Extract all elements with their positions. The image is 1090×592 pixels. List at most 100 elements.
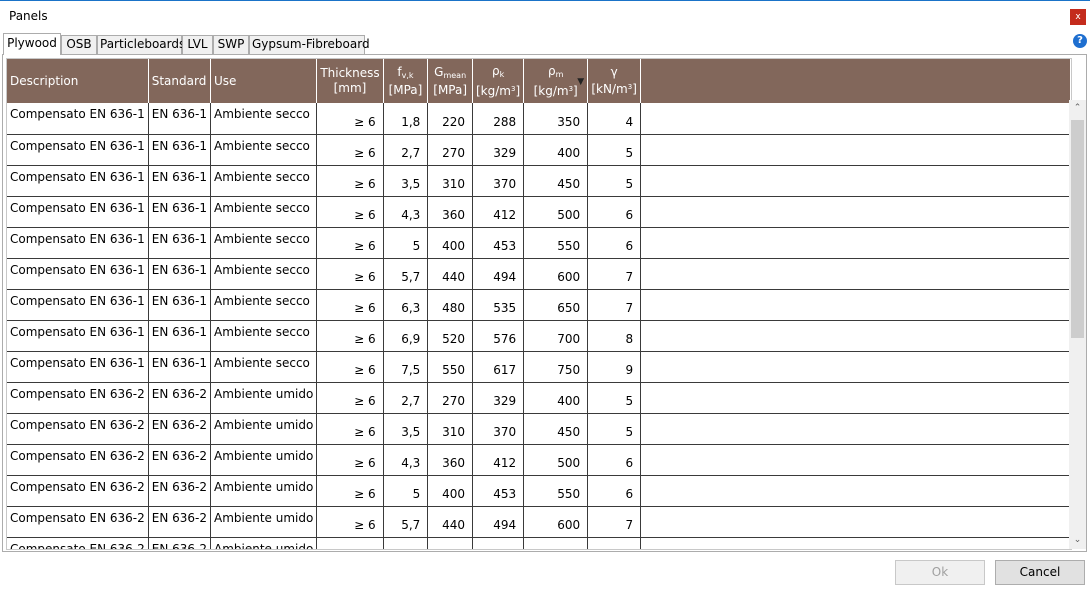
column-header-fvk[interactable]: fv,k [MPa] <box>383 59 429 103</box>
cell-rhok[interactable]: 617 <box>472 351 525 383</box>
tab-lvl[interactable]: LVL <box>182 35 213 54</box>
cell-use[interactable]: Ambiente umido <box>210 475 318 507</box>
cell-rhok[interactable]: 412 <box>472 444 525 476</box>
cell-rhom[interactable]: 400 <box>523 382 589 414</box>
table-row[interactable]: Compensato EN 636-2 EN 636-2 Ambiente umid… <box>7 475 1071 507</box>
cell-gamma[interactable]: 4 <box>587 103 642 135</box>
cell-use[interactable]: Ambiente secco <box>210 258 318 290</box>
help-icon[interactable]: ? <box>1073 34 1087 48</box>
cell-fvk[interactable]: 3,5 <box>383 413 429 445</box>
cell-description[interactable]: Compensato EN 636-2 <box>7 413 149 445</box>
cell-rhom[interactable]: 400 <box>523 134 589 166</box>
tab-particleboards[interactable]: Particleboards <box>97 35 185 54</box>
cell-gamma[interactable]: 6 <box>587 227 642 259</box>
column-header-use[interactable]: Use <box>210 59 318 103</box>
cell-thickness[interactable]: ≥ 6 <box>316 134 384 166</box>
cell-description[interactable]: Compensato EN 636-1 <box>7 351 149 383</box>
cell-thickness[interactable]: ≥ 6 <box>316 382 384 414</box>
cell-fvk[interactable]: 7,5 <box>383 351 429 383</box>
cell-rhom[interactable]: 500 <box>523 444 589 476</box>
cell-gmean[interactable]: 310 <box>427 165 473 197</box>
cell-rhom[interactable]: 750 <box>523 351 589 383</box>
cell-gamma[interactable]: 6 <box>587 196 642 228</box>
cell-gmean[interactable]: 270 <box>427 134 473 166</box>
cell-fvk[interactable]: 4,3 <box>383 196 429 228</box>
close-button[interactable]: x <box>1070 9 1086 25</box>
cell-gmean[interactable]: 480 <box>427 289 473 321</box>
cell-standard[interactable]: EN 636-1 <box>148 165 211 197</box>
cell-use[interactable]: Ambiente umido <box>210 382 318 414</box>
table-row[interactable]: Compensato EN 636-1 EN 636-1 Ambiente secc… <box>7 134 1071 166</box>
cell-rhok[interactable]: 576 <box>472 320 525 352</box>
cell-description[interactable]: Compensato EN 636-1 <box>7 165 149 197</box>
cell-use[interactable]: Ambiente umido <box>210 413 318 445</box>
cell-fvk[interactable]: 5 <box>383 227 429 259</box>
cell-use[interactable]: Ambiente umido <box>210 537 318 549</box>
table-row[interactable]: Compensato EN 636-2 EN 636-2 Ambiente umid… <box>7 444 1071 476</box>
cell-use[interactable]: Ambiente secco <box>210 134 318 166</box>
cell-rhok[interactable]: 535 <box>472 289 525 321</box>
cell-description[interactable]: Compensato EN 636-2 <box>7 444 149 476</box>
cell-standard[interactable]: EN 636-2 <box>148 475 211 507</box>
cell-thickness[interactable]: ≥ 6 <box>316 320 384 352</box>
cell-gamma[interactable]: 8 <box>587 320 642 352</box>
cell-rhom[interactable]: 500 <box>523 196 589 228</box>
cell-rhok[interactable]: 329 <box>472 382 525 414</box>
cell-gmean[interactable]: 400 <box>427 475 473 507</box>
cell-fvk[interactable]: 4,3 <box>383 444 429 476</box>
cell-standard[interactable]: EN 636-1 <box>148 320 211 352</box>
cell-standard[interactable]: EN 636-2 <box>148 382 211 414</box>
cell-rhom[interactable]: 650 <box>523 289 589 321</box>
cell-gamma[interactable]: 7 <box>587 289 642 321</box>
vertical-scrollbar[interactable]: ⌃ ⌄ <box>1069 100 1086 549</box>
cell-standard[interactable]: EN 636-1 <box>148 134 211 166</box>
cell-gmean[interactable]: 550 <box>427 351 473 383</box>
cell-rhok[interactable]: 494 <box>472 258 525 290</box>
cell-thickness[interactable]: ≥ 6 <box>316 103 384 135</box>
cell-thickness[interactable]: ≥ 6 <box>316 289 384 321</box>
column-header-rhom[interactable]: ρm [kg/m3] ▼ <box>523 59 589 103</box>
cell-thickness[interactable]: ≥ 6 <box>316 165 384 197</box>
cell-gmean[interactable]: 360 <box>427 196 473 228</box>
scroll-up-arrow-icon[interactable]: ⌃ <box>1069 100 1086 117</box>
cell-fvk[interactable]: 2,7 <box>383 382 429 414</box>
cell-rhok[interactable]: 370 <box>472 413 525 445</box>
cell-gmean[interactable]: 220 <box>427 103 473 135</box>
cell-description[interactable]: Compensato EN 636-2 <box>7 537 149 549</box>
cell-gamma[interactable]: 6 <box>587 475 642 507</box>
cell-thickness[interactable]: ≥ 6 <box>316 258 384 290</box>
cell-rhok[interactable]: 412 <box>472 196 525 228</box>
cell-rhom[interactable]: 450 <box>523 165 589 197</box>
filter-icon[interactable]: ▼ <box>577 75 584 90</box>
cell-gamma[interactable]: 5 <box>587 165 642 197</box>
cell-gmean[interactable]: 360 <box>427 444 473 476</box>
cell-thickness[interactable]: ≥ 6 <box>316 444 384 476</box>
cell-rhok[interactable]: 329 <box>472 134 525 166</box>
cell-rhom[interactable]: 350 <box>523 103 589 135</box>
table-row[interactable]: Compensato EN 636-2 EN 636-2 Ambiente umid… <box>7 382 1071 414</box>
cell-description[interactable]: Compensato EN 636-1 <box>7 320 149 352</box>
cell-gmean[interactable]: 310 <box>427 413 473 445</box>
cell-standard[interactable]: EN 636-1 <box>148 258 211 290</box>
column-header-rhok[interactable]: ρk [kg/m3] <box>472 59 525 103</box>
table-row[interactable]: Compensato EN 636-1 EN 636-1 Ambiente secc… <box>7 289 1071 321</box>
column-header-standard[interactable]: Standard <box>148 59 211 103</box>
cell-use[interactable]: Ambiente secco <box>210 227 318 259</box>
cell-thickness[interactable]: ≥ 6 <box>316 351 384 383</box>
cell-use[interactable]: Ambiente umido <box>210 506 318 538</box>
cell-gamma[interactable] <box>587 537 642 549</box>
cell-standard[interactable]: EN 636-1 <box>148 103 211 135</box>
table-row[interactable]: Compensato EN 636-2 EN 636-2 Ambiente umid… <box>7 537 1071 549</box>
cell-rhom[interactable]: 600 <box>523 258 589 290</box>
cell-description[interactable]: Compensato EN 636-2 <box>7 382 149 414</box>
cell-thickness[interactable] <box>316 537 384 549</box>
scroll-down-arrow-icon[interactable]: ⌄ <box>1069 532 1086 549</box>
cell-fvk[interactable]: 5,7 <box>383 506 429 538</box>
table-row[interactable]: Compensato EN 636-2 EN 636-2 Ambiente umid… <box>7 413 1071 445</box>
cell-use[interactable]: Ambiente umido <box>210 444 318 476</box>
cell-rhom[interactable]: 550 <box>523 227 589 259</box>
cell-gamma[interactable]: 7 <box>587 506 642 538</box>
cell-gmean[interactable]: 270 <box>427 382 473 414</box>
cell-thickness[interactable]: ≥ 6 <box>316 475 384 507</box>
cell-standard[interactable]: EN 636-2 <box>148 413 211 445</box>
